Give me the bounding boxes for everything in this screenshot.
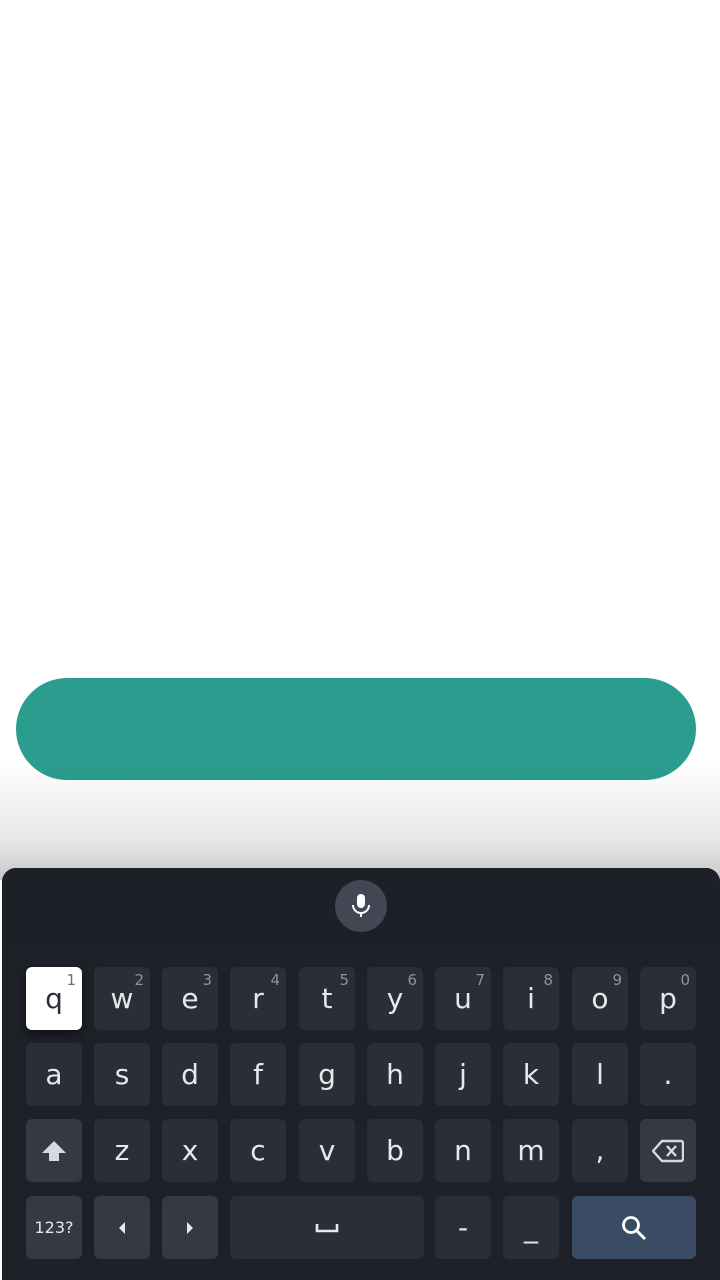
key-hint: 3 xyxy=(202,971,212,989)
key-m[interactable]: m xyxy=(503,1119,559,1182)
key-label: t xyxy=(321,982,333,1015)
key-hint: 2 xyxy=(134,971,144,989)
key-label: h xyxy=(386,1058,404,1091)
key-label: r xyxy=(252,982,264,1015)
key-label: p xyxy=(659,982,677,1015)
key-w[interactable]: w2 xyxy=(94,967,150,1030)
key-f[interactable]: f xyxy=(230,1043,286,1106)
symbols-key[interactable]: 123? xyxy=(26,1196,82,1259)
key-q[interactable]: q1 xyxy=(26,967,82,1030)
shift-icon xyxy=(41,1139,67,1163)
key-g[interactable]: g xyxy=(299,1043,355,1106)
voice-input-button[interactable] xyxy=(335,880,387,932)
on-screen-keyboard: q1 w2 e3 r4 t5 y6 u7 i8 o9 p0 a s d f g … xyxy=(2,868,720,1280)
key-d[interactable]: d xyxy=(162,1043,218,1106)
key-period[interactable]: . xyxy=(640,1043,696,1106)
key-label: m xyxy=(517,1134,545,1167)
key-hint: 0 xyxy=(680,971,690,989)
key-p[interactable]: p0 xyxy=(640,967,696,1030)
key-label: y xyxy=(386,982,404,1015)
key-y[interactable]: y6 xyxy=(367,967,423,1030)
key-t[interactable]: t5 xyxy=(299,967,355,1030)
key-comma[interactable]: , xyxy=(572,1119,628,1182)
cursor-right-key[interactable] xyxy=(162,1196,218,1259)
key-label: j xyxy=(459,1058,467,1091)
key-label: . xyxy=(663,1058,673,1091)
backspace-icon xyxy=(652,1139,684,1163)
key-label: v xyxy=(318,1134,336,1167)
key-hint: 4 xyxy=(270,971,280,989)
cursor-left-key[interactable] xyxy=(94,1196,150,1259)
key-label: w xyxy=(110,982,134,1015)
key-label: u xyxy=(454,982,472,1015)
key-label: k xyxy=(522,1058,540,1091)
key-z[interactable]: z xyxy=(94,1119,150,1182)
key-x[interactable]: x xyxy=(162,1119,218,1182)
keyboard-toolbar xyxy=(2,868,720,947)
key-label: n xyxy=(454,1134,472,1167)
key-hint: 5 xyxy=(339,971,349,989)
key-label: x xyxy=(181,1134,199,1167)
key-label: b xyxy=(386,1134,404,1167)
key-hint: 7 xyxy=(475,971,485,989)
key-label: , xyxy=(595,1134,605,1167)
key-label: c xyxy=(250,1134,266,1167)
space-key[interactable] xyxy=(230,1196,424,1259)
search-icon xyxy=(621,1215,647,1241)
key-hint: 8 xyxy=(543,971,553,989)
key-label: - xyxy=(457,1211,469,1244)
arrow-left-icon xyxy=(117,1221,127,1235)
key-label: z xyxy=(114,1134,130,1167)
key-i[interactable]: i8 xyxy=(503,967,559,1030)
key-v[interactable]: v xyxy=(299,1119,355,1182)
key-a[interactable]: a xyxy=(26,1043,82,1106)
key-label: e xyxy=(181,982,199,1015)
keyboard-shadow xyxy=(0,760,720,880)
key-label: i xyxy=(527,982,535,1015)
search-key[interactable] xyxy=(572,1196,696,1259)
key-s[interactable]: s xyxy=(94,1043,150,1106)
key-label: d xyxy=(181,1058,199,1091)
key-r[interactable]: r4 xyxy=(230,967,286,1030)
key-l[interactable]: l xyxy=(572,1043,628,1106)
space-icon xyxy=(315,1222,339,1234)
backspace-key[interactable] xyxy=(640,1119,696,1182)
key-label: g xyxy=(318,1058,336,1091)
key-e[interactable]: e3 xyxy=(162,967,218,1030)
key-label: a xyxy=(45,1058,63,1091)
key-c[interactable]: c xyxy=(230,1119,286,1182)
keyboard-keys-area: q1 w2 e3 r4 t5 y6 u7 i8 o9 p0 a s d f g … xyxy=(2,947,720,1280)
key-hint: 1 xyxy=(66,971,76,989)
key-underscore[interactable]: _ xyxy=(503,1196,559,1259)
key-label: l xyxy=(596,1058,604,1091)
arrow-right-icon xyxy=(185,1221,195,1235)
key-u[interactable]: u7 xyxy=(435,967,491,1030)
key-h[interactable]: h xyxy=(367,1043,423,1106)
key-label: o xyxy=(591,982,609,1015)
shift-key[interactable] xyxy=(26,1119,82,1182)
key-label: q xyxy=(45,982,63,1015)
key-n[interactable]: n xyxy=(435,1119,491,1182)
key-hint: 9 xyxy=(612,971,622,989)
key-label: 123? xyxy=(34,1218,74,1237)
key-label: s xyxy=(114,1058,130,1091)
key-b[interactable]: b xyxy=(367,1119,423,1182)
key-label: f xyxy=(253,1058,263,1091)
key-hyphen[interactable]: - xyxy=(435,1196,491,1259)
key-hint: 6 xyxy=(407,971,417,989)
key-o[interactable]: o9 xyxy=(572,967,628,1030)
mic-icon xyxy=(350,893,372,919)
key-label: _ xyxy=(524,1211,538,1244)
key-k[interactable]: k xyxy=(503,1043,559,1106)
key-j[interactable]: j xyxy=(435,1043,491,1106)
